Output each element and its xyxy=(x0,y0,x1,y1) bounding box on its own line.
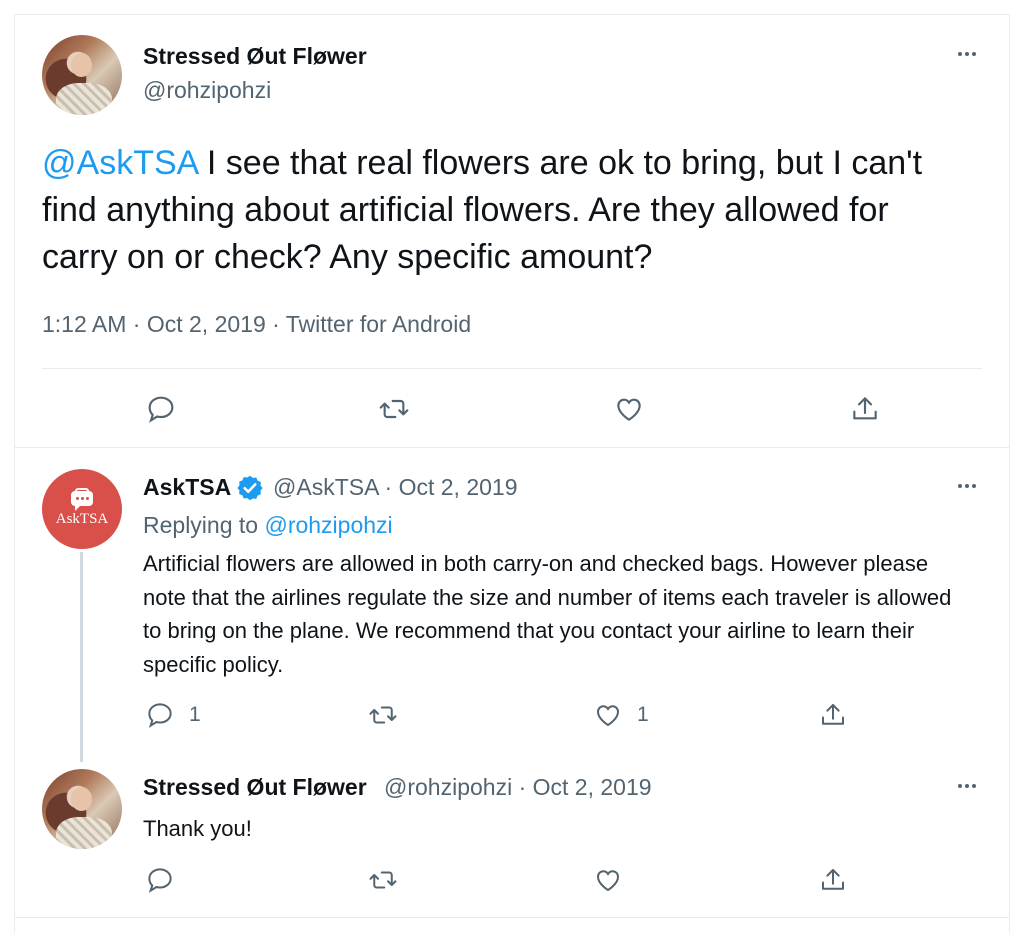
asktsa-avatar[interactable]: AskTSA xyxy=(42,469,122,549)
avatar-label: AskTSA xyxy=(55,510,109,527)
divider xyxy=(14,917,1010,918)
retweet-button[interactable] xyxy=(368,700,398,730)
reply-icon xyxy=(148,868,172,893)
like-button[interactable] xyxy=(593,865,623,895)
more-icon[interactable] xyxy=(952,780,982,792)
replying-to: Replying to @rohzipohzi xyxy=(143,512,393,539)
author-handle[interactable]: @rohzipohzi xyxy=(143,77,271,104)
author-name[interactable]: Stressed Øut Fløwer xyxy=(143,43,367,70)
mention-link[interactable]: @AskTSA xyxy=(42,144,197,182)
retweet-icon xyxy=(379,399,409,419)
reply-author-name[interactable]: AskTSA xyxy=(143,474,231,501)
share-icon xyxy=(822,869,844,890)
share-button[interactable] xyxy=(818,865,848,895)
like-count: 1 xyxy=(637,703,649,726)
share-icon xyxy=(822,704,844,725)
reply-button[interactable]: 1 xyxy=(145,700,201,730)
reply-handle-date[interactable]: @AskTSA · Oct 2, 2019 xyxy=(273,474,518,501)
like-icon xyxy=(596,705,620,727)
thread-line xyxy=(80,552,83,762)
reply-icon xyxy=(148,703,172,728)
reply-text: Artificial flowers are allowed in both c… xyxy=(143,551,952,677)
author-avatar[interactable] xyxy=(42,769,122,849)
retweet-button[interactable] xyxy=(378,393,410,425)
reply-button[interactable] xyxy=(145,865,175,895)
share-button[interactable] xyxy=(818,700,848,730)
reply-icon xyxy=(148,396,174,423)
divider xyxy=(42,368,982,369)
replying-prefix: Replying to xyxy=(143,512,265,538)
retweet-icon xyxy=(369,871,397,889)
retweet-icon xyxy=(369,706,397,724)
reply-text: Thank you! xyxy=(143,816,252,841)
retweet-button[interactable] xyxy=(368,865,398,895)
share-icon xyxy=(853,397,877,420)
reply-count: 1 xyxy=(189,703,201,726)
more-icon[interactable] xyxy=(952,480,982,492)
reply-button[interactable] xyxy=(145,393,177,425)
tweet-text: @AskTSA I see that real flowers are ok t… xyxy=(42,140,972,281)
like-icon xyxy=(596,870,620,892)
reply-handle-date[interactable]: @rohzipohzi · Oct 2, 2019 xyxy=(384,774,652,801)
like-button[interactable] xyxy=(613,393,645,425)
replying-handle-link[interactable]: @rohzipohzi xyxy=(264,512,392,538)
reply-author-name[interactable]: Stressed Øut Fløwer xyxy=(143,774,367,801)
share-button[interactable] xyxy=(849,393,881,425)
verified-badge-icon xyxy=(237,475,263,501)
author-avatar[interactable] xyxy=(42,35,122,115)
divider xyxy=(14,447,1010,448)
like-button[interactable]: 1 xyxy=(593,700,649,730)
tweet-meta[interactable]: 1:12 AM · Oct 2, 2019 · Twitter for Andr… xyxy=(42,311,471,338)
more-icon[interactable] xyxy=(952,48,982,60)
like-icon xyxy=(617,398,641,421)
